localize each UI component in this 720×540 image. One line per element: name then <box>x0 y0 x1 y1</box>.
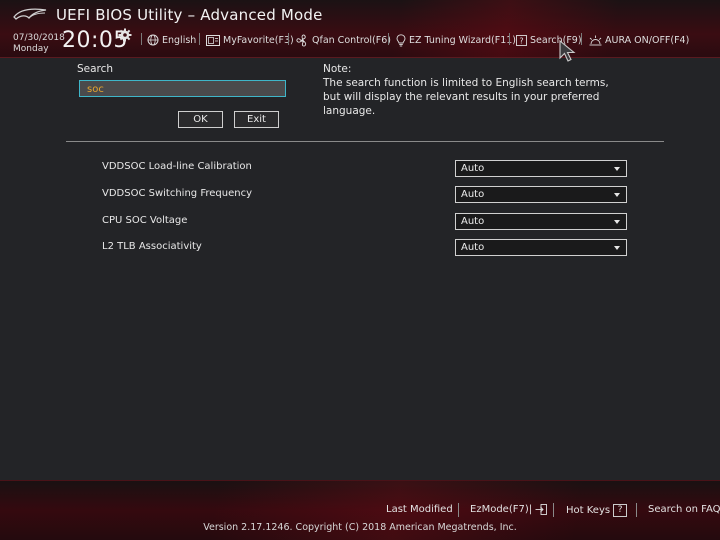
lightbulb-icon <box>396 33 406 46</box>
qfan-control-menu[interactable]: Qfan Control(F6) <box>296 33 391 47</box>
aura-toggle-label: AURA ON/OFF(F4) <box>605 34 690 46</box>
header-separator <box>141 33 142 45</box>
globe-icon <box>147 34 159 46</box>
day-text: Monday <box>13 44 49 54</box>
date-text: 07/30/2018 <box>13 33 65 43</box>
myfavorite-label: MyFavorite(F3) <box>223 34 294 46</box>
search-label: Search <box>77 63 114 75</box>
rog-logo-icon <box>13 8 47 20</box>
header-separator <box>288 33 289 45</box>
ok-button[interactable]: OK <box>178 111 223 128</box>
dropdown-value: Auto <box>461 189 485 200</box>
setting-dropdown[interactable]: Auto <box>455 186 627 203</box>
last-modified-button[interactable]: Last Modified <box>386 504 453 515</box>
ezmode-label: EzMode(F7)| <box>470 504 533 515</box>
setting-label: VDDSOC Switching Frequency <box>102 188 252 199</box>
setting-dropdown[interactable]: Auto <box>455 213 627 230</box>
ez-tuning-wizard-label: EZ Tuning Wizard(F11) <box>409 34 517 46</box>
header-separator <box>199 33 200 45</box>
app-title: UEFI BIOS Utility – Advanced Mode <box>56 6 323 24</box>
note-text: The search function is limited to Englis… <box>323 77 609 117</box>
footer-separator <box>553 503 554 517</box>
note-title: Note: <box>323 63 352 75</box>
dropdown-caret-icon <box>614 193 620 197</box>
setting-label: VDDSOC Load-line Calibration <box>102 161 252 172</box>
gear-icon[interactable] <box>118 28 132 42</box>
language-label: English <box>162 34 197 46</box>
dropdown-caret-icon <box>614 220 620 224</box>
dropdown-value: Auto <box>461 242 485 253</box>
divider <box>66 141 664 142</box>
favorite-icon <box>206 34 220 46</box>
mouse-pointer-icon <box>559 40 576 62</box>
svg-text:?: ? <box>519 36 523 45</box>
exit-arrow-icon <box>535 504 548 515</box>
qfan-control-label: Qfan Control(F6) <box>312 34 391 46</box>
ez-tuning-wizard-menu[interactable]: EZ Tuning Wizard(F11) <box>396 33 516 47</box>
copyright-text: Version 2.17.1246. Copyright (C) 2018 Am… <box>203 522 517 533</box>
search-help-icon: ? <box>516 34 527 46</box>
fan-icon <box>296 34 307 46</box>
setting-dropdown[interactable]: Auto <box>455 239 627 256</box>
search-on-faq-button[interactable]: Search on FAQ <box>648 504 720 515</box>
exit-button[interactable]: Exit <box>234 111 279 128</box>
setting-label: CPU SOC Voltage <box>102 215 188 226</box>
aura-icon <box>589 35 602 45</box>
dropdown-caret-icon <box>614 167 620 171</box>
aura-toggle-menu[interactable]: AURA ON/OFF(F4) <box>589 33 689 47</box>
header-separator <box>388 33 389 45</box>
dropdown-value: Auto <box>461 216 485 227</box>
hot-keys-key-icon: ? <box>613 504 628 517</box>
dropdown-value: Auto <box>461 163 485 174</box>
footer-separator <box>458 503 459 517</box>
footer-separator <box>636 503 637 517</box>
title-bar: UEFI BIOS Utility – Advanced Mode 07/30/… <box>0 0 720 58</box>
myfavorite-menu[interactable]: MyFavorite(F3) <box>206 33 294 47</box>
setting-dropdown[interactable]: Auto <box>455 160 627 177</box>
ezmode-button[interactable]: EzMode(F7)| <box>470 504 548 515</box>
search-input[interactable] <box>79 80 286 97</box>
date-display: 07/30/2018 Monday <box>13 33 65 55</box>
dropdown-caret-icon <box>614 246 620 250</box>
header-separator <box>509 33 510 45</box>
hot-keys-label: Hot Keys <box>566 505 611 516</box>
footer-bar: Last Modified EzMode(F7)| Hot Keys ? Sea… <box>0 480 720 540</box>
language-menu[interactable]: English <box>147 33 196 47</box>
hot-keys-button[interactable]: Hot Keys ? <box>566 504 628 517</box>
setting-label: L2 TLB Associativity <box>102 241 202 252</box>
header-separator <box>581 33 582 45</box>
